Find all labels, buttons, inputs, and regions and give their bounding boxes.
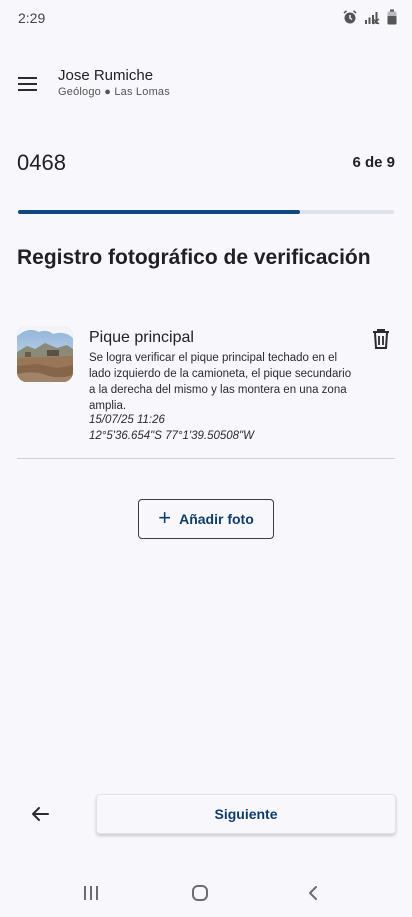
system-navigation-bar: [0, 870, 412, 917]
app-screen: 2:29 Jose Rumiche Geólogo ● Las Lomas 04…: [0, 0, 412, 917]
photo-coordinates: 12°5'36.654"S 77°1'39.50508"W: [89, 430, 254, 442]
next-button-label: Siguiente: [214, 806, 278, 822]
back-chevron-icon[interactable]: [304, 884, 322, 902]
record-id: 0468: [17, 150, 66, 175]
plus-icon: +: [158, 505, 172, 530]
signal-off-icon: [364, 9, 380, 25]
home-icon[interactable]: [191, 884, 209, 902]
add-photo-label: Añadir foto: [179, 511, 254, 527]
recents-icon[interactable]: [82, 884, 100, 902]
section-title: Registro fotográfico de verificación: [17, 246, 371, 269]
hamburger-menu-icon[interactable]: [14, 72, 42, 96]
user-role: Geólogo ● Las Lomas: [58, 86, 170, 98]
status-icons: [342, 9, 398, 25]
photo-description: Se logra verificar el pique principal te…: [89, 352, 352, 412]
user-name: Jose Rumiche: [58, 67, 154, 84]
app-header: Jose Rumiche Geólogo ● Las Lomas: [0, 60, 412, 108]
next-button[interactable]: Siguiente: [96, 794, 396, 834]
status-time: 2:29: [18, 10, 46, 26]
battery-icon: [386, 9, 398, 25]
photo-thumbnail[interactable]: [17, 326, 73, 382]
progress-bar: [18, 210, 394, 214]
alarm-icon: [342, 9, 358, 25]
step-counter: 6 de 9: [352, 154, 395, 171]
status-bar: 2:29: [0, 0, 412, 36]
trash-icon[interactable]: [369, 327, 393, 351]
arrow-left-icon[interactable]: [28, 802, 52, 826]
photo-list-item[interactable]: Pique principal Se logra verificar el pi…: [17, 322, 395, 459]
progress-bar-fill: [18, 210, 300, 214]
add-photo-button[interactable]: + Añadir foto: [138, 499, 274, 539]
photo-datetime: 15/07/25 11:26: [89, 414, 165, 426]
photo-title: Pique principal: [89, 329, 194, 346]
